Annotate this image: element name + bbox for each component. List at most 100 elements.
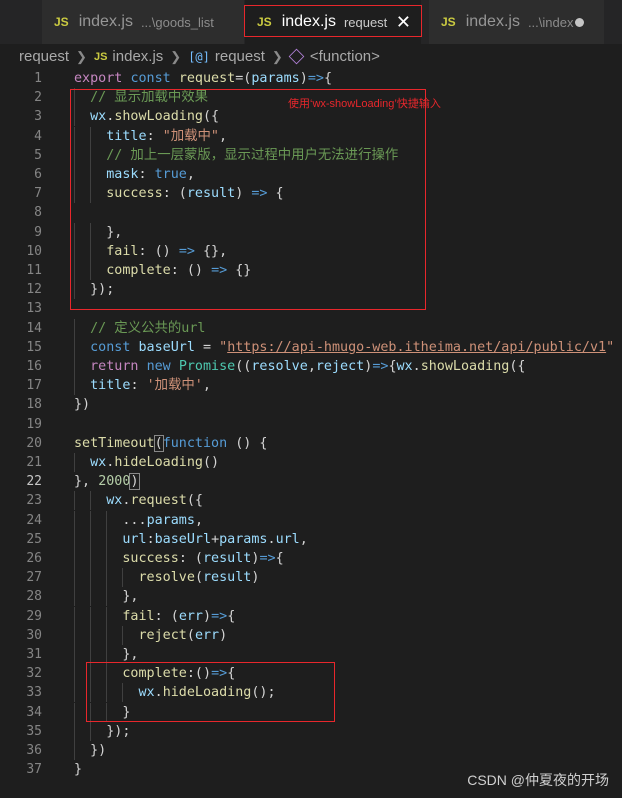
code-token: => [259,551,276,566]
code-token: }) [74,743,107,758]
line-number: 18 [26,397,42,413]
code-token: (( [235,359,252,374]
code-token: , [202,378,211,394]
code-line[interactable]: 23 wx.request({ [0,491,622,511]
code-line[interactable]: 24 ...params, [0,510,622,530]
code-token: }, [74,474,99,490]
code-text: return new Promise((resolve,reject)=>{wx… [74,357,525,376]
code-line[interactable]: 22}, 2000) [0,472,622,491]
code-line[interactable]: 29 fail: (err)=>{ [0,606,622,626]
code-token: request [130,493,187,509]
code-token: ( [153,434,164,452]
code-token: export [74,71,123,86]
code-text: fail: (err)=>{ [74,607,235,626]
code-token: wx [106,493,123,509]
line-number: 23 [26,493,42,509]
code-line[interactable]: 16 return new Promise((resolve,reject)=>… [0,357,622,376]
line-number: 32 [26,666,42,682]
code-token: resolve [138,570,195,586]
code-token: : [146,531,155,547]
code-token: const [130,71,171,86]
code-token: request [178,71,236,86]
tab-filename: index.js [78,13,133,30]
breadcrumb-file[interactable]: index.js [112,48,163,65]
variable-icon: [@] [188,49,210,64]
code-text: resolve(result) [74,568,260,587]
code-line[interactable]: 17 title: '加载中', [0,376,622,396]
line-number: 22 [26,474,42,490]
line-number: 30 [26,627,42,643]
code-line[interactable]: 1 export const request=(params)=>{ [0,69,622,88]
code-token: https://api-hmugo-web.itheima.net/api/pu… [227,339,607,355]
js-file-icon: JS [257,15,272,29]
code-token: title [90,378,131,394]
code-token: : ( [178,551,203,566]
line-number: 28 [26,589,42,605]
code-token: result [203,570,252,586]
chevron-right-icon: ❯ [170,48,182,64]
chevron-right-icon: ❯ [271,48,283,64]
close-icon[interactable]: ✕ [396,12,411,33]
breadcrumb-variable[interactable]: request [215,48,265,65]
code-token: baseUrl [138,339,195,355]
code-token: () [203,455,220,470]
code-line[interactable]: 18}) [0,395,622,414]
code-line[interactable]: 20 setTimeout(function () { [0,434,622,453]
code-token: () { [227,435,268,451]
code-line[interactable]: 26 success: (result)=>{ [0,549,622,568]
code-line[interactable]: 25 url:baseUrl+params.url, [0,529,622,549]
code-text: }, 2000) [74,472,140,491]
highlight-box-complete [86,662,335,722]
line-number: 31 [26,647,42,662]
js-file-icon: JS [441,15,456,29]
code-text: url:baseUrl+params.url, [74,530,307,549]
annotation-note: 使用‘wx-showLoading’快捷输入 [288,98,441,110]
code-line[interactable]: 15 const baseUrl = "https://api-hmugo-we… [0,337,622,357]
code-token: . [267,531,276,547]
code-token: . [412,359,421,374]
code-line[interactable]: 35 }); [0,721,622,741]
highlight-box-showloading [70,89,426,310]
code-line[interactable]: 30 reject(err) [0,625,622,645]
code-token: }, [74,589,139,605]
tab-index-index[interactable]: JS index.js ...\index [429,0,604,44]
code-line[interactable]: 36 }) [0,741,622,760]
code-line[interactable]: 27 resolve(result) [0,568,622,588]
line-number: 12 [26,282,42,298]
code-line[interactable]: 19 [0,415,622,434]
breadcrumb-function[interactable]: <function> [310,48,380,65]
code-token: ) [219,627,228,643]
code-text: } [74,760,82,779]
code-token: ) [129,473,140,491]
line-number: 8 [34,205,42,221]
code-token: success [122,551,179,566]
code-line[interactable]: 14 // 定义公共的url [0,318,622,338]
line-number: 6 [34,167,42,182]
code-token: ) [299,71,308,86]
tab-goods-list-index[interactable]: JS index.js ...\goods_list [42,0,244,44]
breadcrumb-folder[interactable]: request [19,48,69,65]
unsaved-dot-icon[interactable] [575,17,584,27]
line-number: 3 [34,109,42,125]
code-token: + [211,531,220,547]
code-line[interactable]: 21 wx.hideLoading() [0,453,622,472]
line-number: 17 [26,378,42,394]
code-token: resolve [251,359,308,374]
line-number: 5 [34,147,42,163]
code-token: 2000 [98,474,131,490]
code-token: : [130,378,147,394]
code-line[interactable]: 28 }, [0,587,622,607]
function-cube-icon [288,48,305,65]
code-token: wx [396,359,413,374]
code-token: params [146,512,195,528]
tab-request-index[interactable]: JS index.js request ✕ [244,0,422,44]
line-number: 1 [34,71,42,86]
code-text: ...params, [74,511,203,530]
